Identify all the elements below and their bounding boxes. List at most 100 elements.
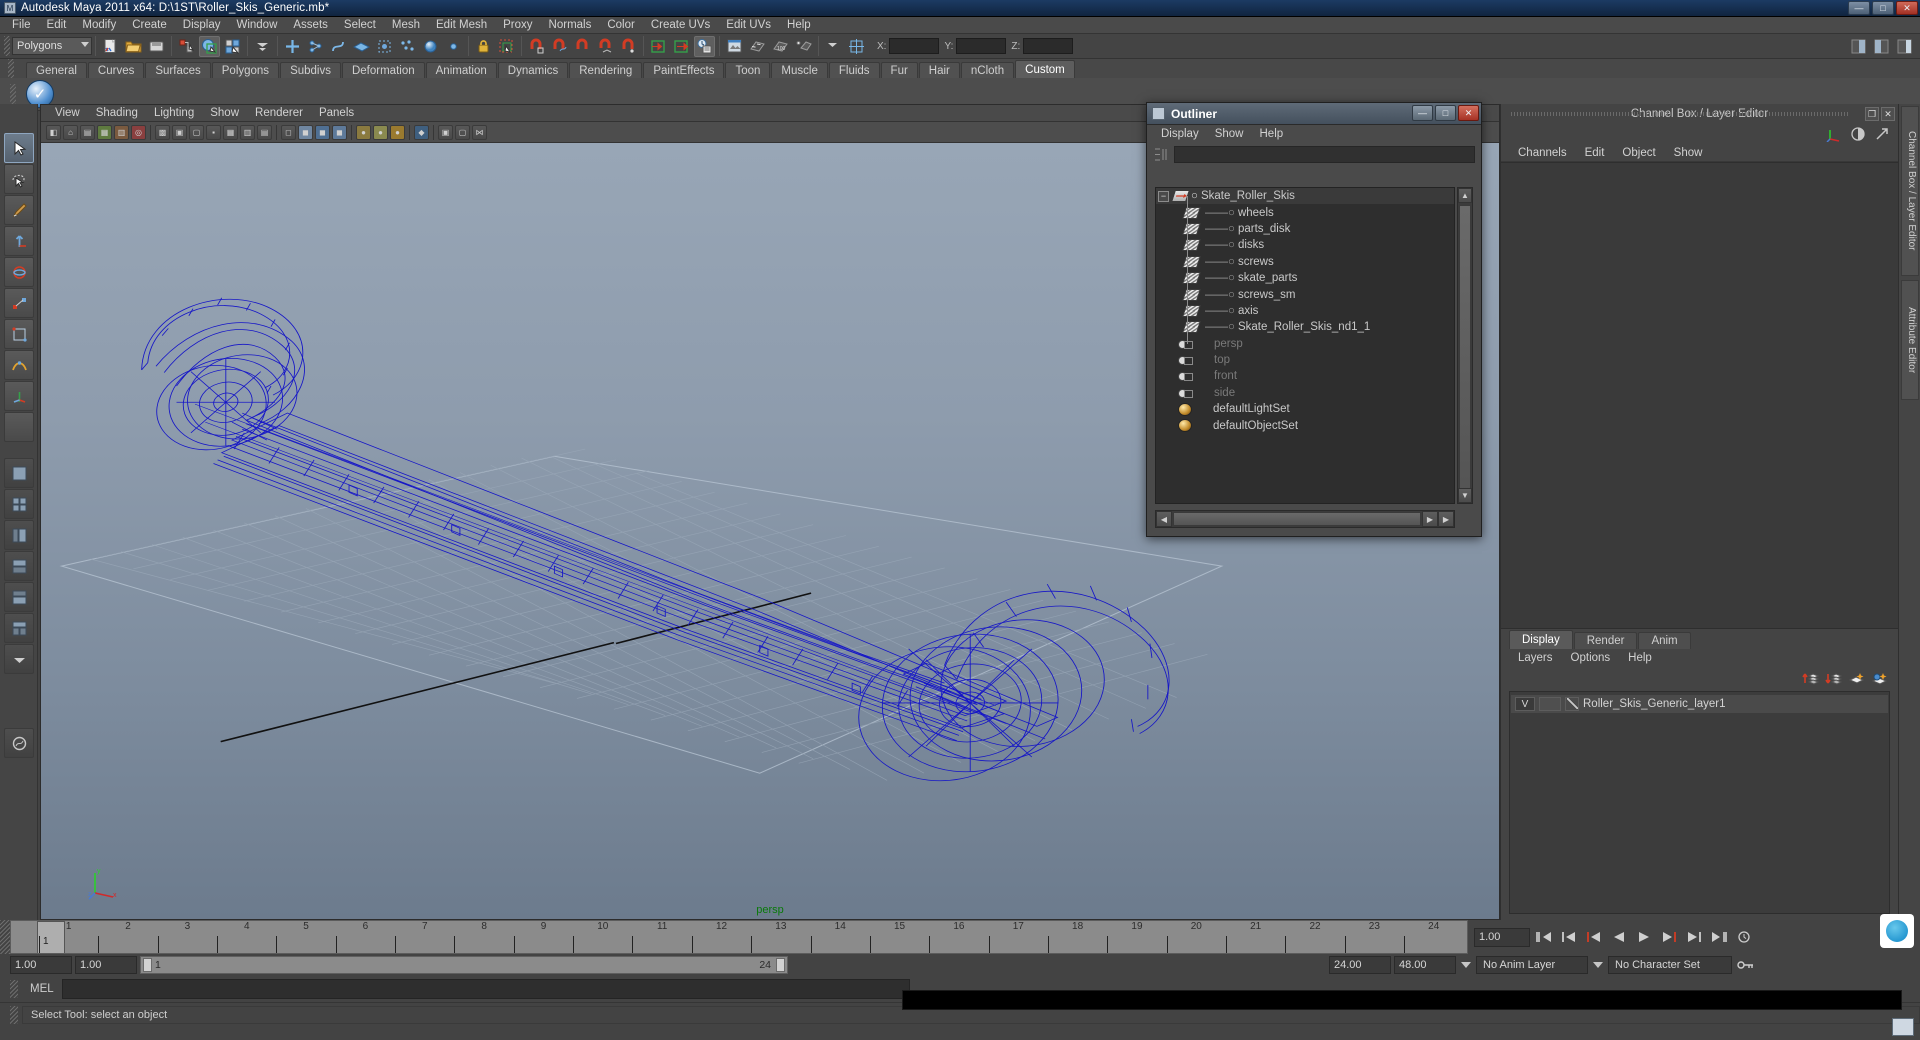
shelf-tab-rendering[interactable]: Rendering xyxy=(569,62,643,78)
shelf-tab-hair[interactable]: Hair xyxy=(918,62,960,78)
outliner-minimize-button[interactable]: — xyxy=(1412,105,1433,121)
shelf-item-grip[interactable] xyxy=(10,84,16,106)
key-icon[interactable] xyxy=(1735,955,1757,975)
step-back-frame-icon[interactable] xyxy=(1583,927,1605,947)
app-icon[interactable] xyxy=(1892,1018,1914,1036)
gate-mask-icon[interactable]: ▪ xyxy=(206,124,221,140)
channel-box-content[interactable] xyxy=(1501,162,1898,628)
smooth-shade-selected-icon[interactable]: ◼ xyxy=(315,124,330,140)
tab-display[interactable]: Display xyxy=(1509,630,1573,649)
menu-edit-mesh[interactable]: Edit Mesh xyxy=(428,17,495,33)
scroll-left-icon[interactable]: ◀ xyxy=(1156,511,1172,527)
step-forward-frame-icon[interactable] xyxy=(1658,927,1680,947)
open-scene-icon[interactable] xyxy=(123,36,144,57)
menu-create[interactable]: Create xyxy=(124,17,175,33)
channel-menu-edit[interactable]: Edit xyxy=(1576,147,1614,159)
scroll-up-icon[interactable]: ▲ xyxy=(1458,188,1472,203)
half-circle-icon[interactable] xyxy=(1850,126,1866,142)
outliner-close-button[interactable]: ✕ xyxy=(1458,105,1479,121)
undock-panel-button[interactable]: ❐ xyxy=(1865,107,1879,121)
select-by-hierarchy-icon[interactable] xyxy=(176,36,197,57)
field-chart-icon[interactable]: ▦ xyxy=(223,124,238,140)
viewport-menu-lighting[interactable]: Lighting xyxy=(146,107,202,119)
time-slider-grip[interactable] xyxy=(0,920,10,954)
shelf-tab-general[interactable]: General xyxy=(26,62,87,78)
layout-four-view[interactable] xyxy=(4,489,34,519)
new-layer-from-selected-icon[interactable] xyxy=(1870,670,1888,686)
shelf-tab-animation[interactable]: Animation xyxy=(425,62,497,78)
outliner-item-skate-roller-skis[interactable]: − ○ Skate_Roller_Skis xyxy=(1156,188,1454,205)
texture-mode-icon[interactable]: ● xyxy=(373,124,388,140)
viewport-menu-panels[interactable]: Panels xyxy=(311,107,362,119)
select-deformers-icon[interactable] xyxy=(374,36,395,57)
menu-display[interactable]: Display xyxy=(175,17,229,33)
outliner-horizontal-scrollbar[interactable]: ◀ ▶ ▶ xyxy=(1155,510,1455,528)
component-mask-menu-icon[interactable] xyxy=(252,36,273,57)
safe-title-icon[interactable]: ▤ xyxy=(257,124,272,140)
shelf-tab-fur[interactable]: Fur xyxy=(880,62,918,78)
construction-history-icon[interactable] xyxy=(694,35,715,57)
shelf-grip[interactable] xyxy=(8,59,14,78)
maximize-button[interactable]: □ xyxy=(1872,1,1894,15)
outliner-search-input[interactable] xyxy=(1174,145,1475,163)
layout-more-panels[interactable] xyxy=(4,644,34,674)
toolbar-grip[interactable] xyxy=(4,36,10,56)
layout-persp-outliner-graph[interactable] xyxy=(4,613,34,643)
menu-normals[interactable]: Normals xyxy=(541,17,600,33)
menu-file[interactable]: File xyxy=(4,17,39,33)
current-time-field[interactable]: 1.00 xyxy=(1474,927,1530,947)
step-forward-key-icon[interactable] xyxy=(1683,927,1705,947)
select-by-object-type-icon[interactable] xyxy=(199,35,220,57)
outliner-tree[interactable]: − ○ Skate_Roller_Skis ——○ wheels ——○ par… xyxy=(1155,187,1455,504)
flat-shade-icon[interactable]: ◼ xyxy=(332,124,347,140)
outliner-item-skate-parts[interactable]: ——○ skate_parts xyxy=(1156,270,1454,286)
layout-persp-graph[interactable] xyxy=(4,551,34,581)
safe-action-icon[interactable]: ▥ xyxy=(240,124,255,140)
move-tool[interactable] xyxy=(4,226,34,256)
outliner-menu-show[interactable]: Show xyxy=(1207,128,1252,140)
outliner-item-persp[interactable]: persp xyxy=(1156,336,1454,352)
layer-menu-layers[interactable]: Layers xyxy=(1509,652,1562,664)
last-tool-used[interactable] xyxy=(4,412,34,442)
outliner-item-top[interactable]: top xyxy=(1156,352,1454,368)
select-tool[interactable] xyxy=(4,133,34,163)
command-line-grip[interactable] xyxy=(10,980,18,998)
layer-row[interactable]: V Roller_Skis_Generic_layer1 xyxy=(1511,695,1888,713)
chevron-down-icon[interactable] xyxy=(1593,962,1603,968)
select-rendering-icon[interactable] xyxy=(420,36,441,57)
menu-modify[interactable]: Modify xyxy=(74,17,124,33)
show-channel-box-icon[interactable] xyxy=(1894,36,1915,57)
close-panel-button[interactable]: ✕ xyxy=(1881,107,1895,121)
bookmarks-icon[interactable]: ▦ xyxy=(97,124,112,140)
new-scene-icon[interactable] xyxy=(100,36,121,57)
outliner-item-skate-roller-skis-nd1-1[interactable]: ——○ Skate_Roller_Skis_nd1_1 xyxy=(1156,319,1454,335)
layout-outliner-persp[interactable] xyxy=(4,520,34,550)
snap-to-point-icon[interactable] xyxy=(572,36,593,57)
scroll-thumb[interactable] xyxy=(1459,205,1471,497)
minimize-button[interactable]: — xyxy=(1848,1,1870,15)
film-gate-icon[interactable]: ▣ xyxy=(172,124,187,140)
shelf-tab-deformation[interactable]: Deformation xyxy=(341,62,425,78)
input-connections-icon[interactable] xyxy=(648,36,669,57)
paint-selection-tool[interactable] xyxy=(4,195,34,225)
outliner-maximize-button[interactable]: □ xyxy=(1435,105,1456,121)
range-slider-bar[interactable]: 1 24 xyxy=(140,956,788,974)
snap-to-view-plane-icon[interactable] xyxy=(618,36,639,57)
select-dynamics-icon[interactable] xyxy=(397,36,418,57)
animation-preferences-icon[interactable] xyxy=(1733,927,1755,947)
channel-menu-channels[interactable]: Channels xyxy=(1509,147,1576,159)
universal-manipulator-tool[interactable] xyxy=(4,319,34,349)
layer-visibility-toggle[interactable]: V xyxy=(1515,697,1535,711)
render-current-frame-icon[interactable] xyxy=(724,36,745,57)
select-points-icon[interactable] xyxy=(305,36,326,57)
lock-selection-icon[interactable] xyxy=(473,36,494,57)
vtab-channel-box-layer-editor[interactable]: Channel Box / Layer Editor xyxy=(1901,106,1919,276)
menu-set-selector[interactable]: Polygons xyxy=(12,37,92,55)
outliner-item-defaultlightset[interactable]: defaultLightSet xyxy=(1156,401,1454,417)
select-by-component-type-icon[interactable] xyxy=(222,36,243,57)
range-end-handle[interactable] xyxy=(776,958,785,972)
new-layer-icon[interactable] xyxy=(1847,670,1865,686)
scale-tool[interactable] xyxy=(4,288,34,318)
xray-joints-icon[interactable]: ⋈ xyxy=(472,124,487,140)
shelf-tab-dynamics[interactable]: Dynamics xyxy=(497,62,569,78)
